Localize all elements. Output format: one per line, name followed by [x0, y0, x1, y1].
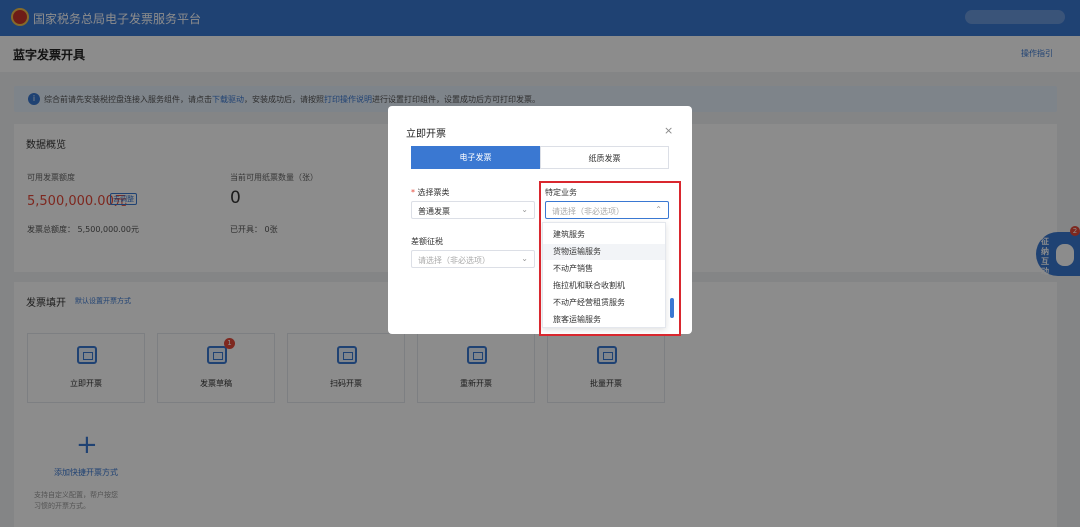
chevron-down-icon: ⌄ — [521, 254, 528, 263]
tab-paper-invoice[interactable]: 纸质发票 — [540, 146, 669, 169]
reduced-tax-select[interactable]: 请选择（非必选项） ⌄ — [411, 250, 535, 268]
close-icon[interactable]: × — [664, 124, 673, 137]
dialog-title: 立即开票 — [406, 129, 446, 140]
chevron-down-icon: ⌄ — [521, 205, 528, 214]
annotation-highlight-box — [539, 181, 681, 336]
invoice-type-label: * 选择票类 — [411, 188, 450, 197]
tab-electronic-invoice[interactable]: 电子发票 — [411, 146, 540, 169]
invoice-type-select[interactable]: 普通发票 ⌄ — [411, 201, 535, 219]
reduced-tax-label: 差额征税 — [411, 237, 443, 246]
